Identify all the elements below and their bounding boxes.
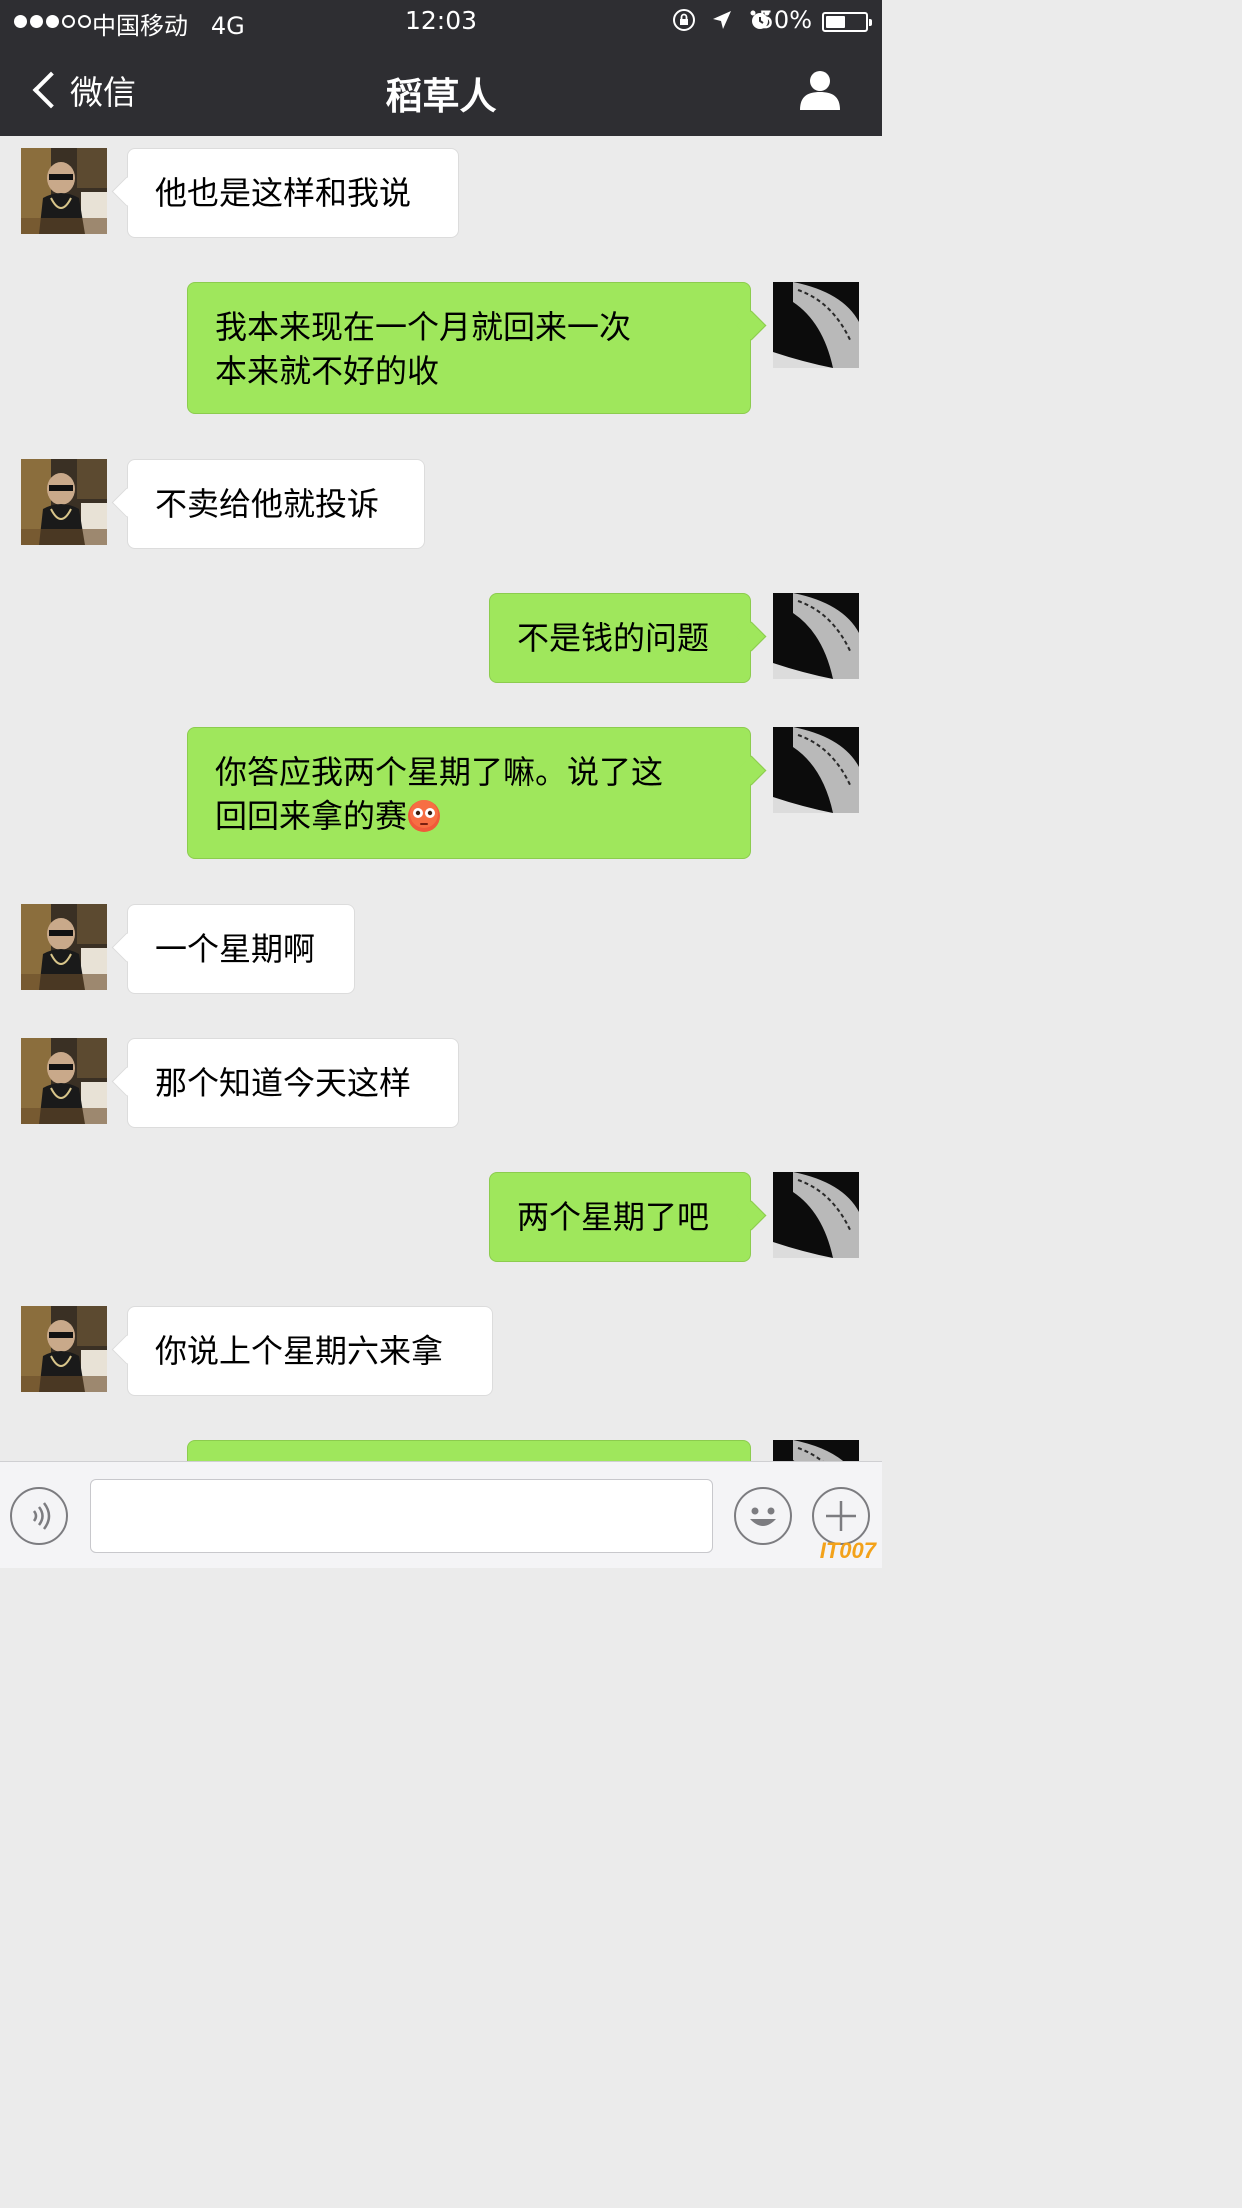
my-avatar[interactable] [773, 1172, 859, 1258]
message-bubble-outgoing[interactable]: 不是钱的问题 [489, 593, 751, 683]
flushed-face-emoji [408, 800, 441, 832]
message-text-input[interactable] [90, 1479, 713, 1553]
my-avatar[interactable] [773, 593, 859, 679]
battery-fill [826, 16, 845, 28]
my-avatar[interactable] [773, 727, 859, 813]
message-bubble-incoming[interactable]: 一个星期啊 [127, 904, 355, 994]
rotation-lock-icon [673, 9, 695, 31]
message-bubble-incoming[interactable]: 他也是这样和我说 [127, 148, 459, 238]
top-bar: 中国移动 4G 12:03 50% 微信 稻草人 [0, 0, 882, 136]
my-avatar[interactable] [773, 282, 859, 368]
contact-avatar[interactable] [21, 904, 107, 990]
message-bubble-outgoing[interactable]: 两个星期了吧 [489, 1172, 751, 1262]
contact-avatar[interactable] [21, 148, 107, 234]
status-bar: 中国移动 4G 12:03 50% [0, 0, 882, 44]
person-icon[interactable] [798, 68, 842, 112]
navigation-bar: 微信 稻草人 [0, 44, 882, 136]
voice-icon [32, 1502, 51, 1530]
contact-avatar[interactable] [21, 459, 107, 545]
plus-icon [826, 1501, 856, 1531]
smiley-icon [750, 1507, 776, 1526]
message-bubble-incoming[interactable]: 你说上个星期六来拿 [127, 1306, 493, 1396]
more-button[interactable] [812, 1487, 870, 1545]
contact-avatar[interactable] [21, 1306, 107, 1392]
message-bubble-incoming[interactable]: 不卖给他就投诉 [127, 459, 425, 549]
message-bubble-incoming[interactable]: 那个知道今天这样 [127, 1038, 459, 1128]
my-avatar[interactable] [773, 1440, 859, 1461]
battery-icon [822, 12, 872, 32]
chat-message-list[interactable]: 他也是这样和我说 我本来现在一个月就回来一次 本来就不好的收 不卖给他就投诉 不… [0, 136, 882, 1461]
location-arrow-icon [713, 11, 731, 29]
message-bubble-outgoing[interactable]: 我本来现在一个月就回来一次 本来就不好的收 [187, 282, 751, 414]
voice-button[interactable] [10, 1487, 68, 1545]
emoji-button[interactable] [734, 1487, 792, 1545]
message-input-bar: IT007 [0, 1461, 882, 1568]
message-bubble-outgoing[interactable]: 你答应我两个星期了嘛。说了这 回回来拿的赛 [187, 727, 751, 859]
watermark-logo: IT007 [819, 1538, 876, 1563]
battery-percentage: 50% [758, 6, 812, 34]
status-icons [672, 8, 772, 32]
message-bubble-outgoing[interactable] [187, 1440, 751, 1461]
contact-avatar[interactable] [21, 1038, 107, 1124]
chat-title: 稻草人 [385, 75, 497, 118]
